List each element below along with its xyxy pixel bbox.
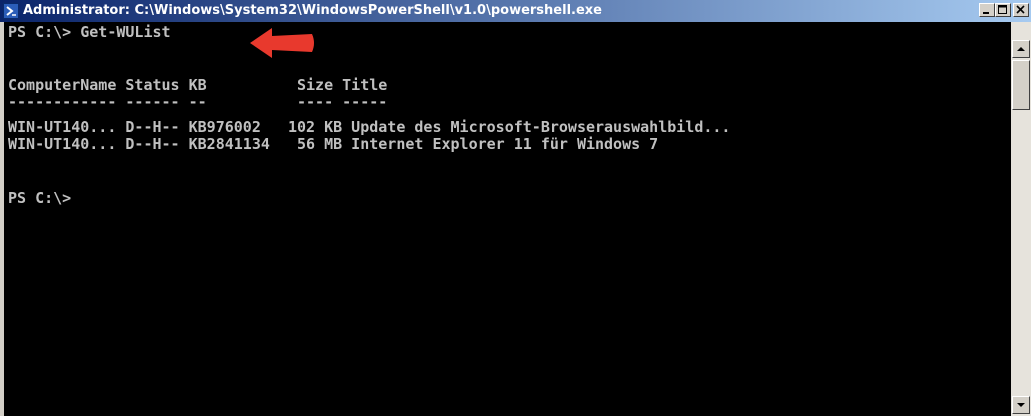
chevron-up-icon <box>1017 47 1025 51</box>
scroll-thumb[interactable] <box>1012 60 1030 110</box>
minimize-icon <box>983 12 989 14</box>
console-line-update-2: WIN-UT140... D--H-- KB2841134 56 MB Inte… <box>8 135 659 153</box>
maximize-button[interactable] <box>995 3 1011 17</box>
minimize-button[interactable] <box>979 3 995 17</box>
scroll-down-button[interactable] <box>1012 396 1030 414</box>
window-title: Administrator: C:\Windows\System32\Windo… <box>23 3 602 18</box>
close-button[interactable] <box>1013 3 1029 17</box>
console-line-header: ComputerName Status KB Size Title <box>8 76 388 94</box>
title-bar[interactable]: Administrator: C:\Windows\System32\Windo… <box>0 0 1031 22</box>
close-icon <box>1016 5 1025 14</box>
vertical-scrollbar[interactable] <box>1011 22 1031 416</box>
console-line-prompt: PS C:\> <box>8 189 72 207</box>
red-arrow-icon <box>250 28 314 58</box>
console-line-prompt-command: PS C:\> Get-WUList <box>8 23 171 41</box>
console-line-separator: ------------ ------ -- ---- ----- <box>8 93 388 111</box>
console-line-update-1: WIN-UT140... D--H-- KB976002 102 KB Upda… <box>8 118 731 136</box>
maximize-icon <box>998 5 1007 14</box>
powershell-icon[interactable] <box>3 3 19 19</box>
scroll-up-button[interactable] <box>1012 40 1030 58</box>
console-output[interactable]: PS C:\> Get-WUList ComputerName Status K… <box>4 22 1011 416</box>
powershell-window: Administrator: C:\Windows\System32\Windo… <box>0 0 1031 416</box>
chevron-down-icon <box>1017 403 1025 407</box>
